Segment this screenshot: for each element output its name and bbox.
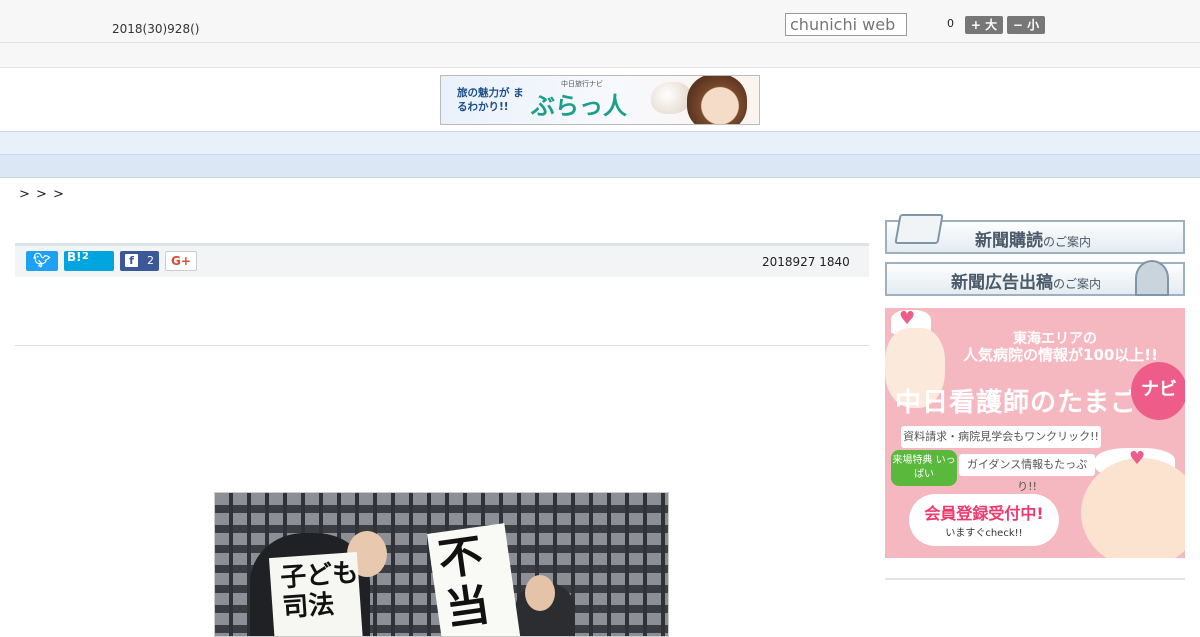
heart-icon: ♥ (899, 308, 916, 329)
google-plus-button[interactable]: G+ (165, 251, 197, 271)
nurse-ad-register: 会員登録受付中! (924, 504, 1044, 523)
nurse-ad-check: いますぐcheck!! (945, 528, 1023, 539)
nurse-ad-pill-1: 資料請求・病院見学会もワンクリック!! (901, 426, 1101, 448)
subscription-label: 新聞購読のご案内 (975, 226, 1091, 251)
protest-sign-left: 子ども 司法 (268, 552, 364, 636)
nurse-ad-bonus-badge: 来場特典 いっぱい (891, 450, 957, 486)
current-date: 2018(30)928() (112, 22, 200, 36)
businessman-icon (1135, 260, 1169, 296)
advertising-tail: のご案内 (1053, 277, 1102, 291)
subscription-main: 新聞購読 (975, 231, 1043, 251)
font-size-down-button[interactable]: − 小 (1007, 16, 1045, 34)
top-bar: 2018(30)928() 0 + 大 − 小 (0, 0, 1200, 43)
nurse-ad-register-bubble: 会員登録受付中! いますぐcheck!! (909, 494, 1059, 546)
header-strip (0, 43, 1200, 68)
nurse-ad-line2: 人気病院の情報が100以上!! (963, 346, 1158, 364)
subscription-tail: のご案内 (1043, 235, 1092, 249)
divider (15, 345, 869, 346)
facebook-share-button[interactable]: f 2 (120, 251, 159, 271)
hatena-count: 2 (82, 251, 89, 262)
woman-head (525, 575, 555, 611)
advertising-label: 新聞広告出稿のご案内 (951, 268, 1101, 293)
heart-icon: ♥ (1129, 448, 1146, 469)
banner-brand-logo: ぶらっ人 (531, 91, 627, 120)
woman-photo (687, 76, 747, 124)
font-size-up-button[interactable]: + 大 (965, 16, 1003, 34)
hatena-bookmark-button[interactable]: B! 2 (64, 250, 114, 271)
advertising-banner[interactable]: 新聞広告出稿のご案内 (885, 260, 1185, 296)
twitter-icon: 🐦︎ (33, 253, 51, 269)
hatena-icon: B! (67, 250, 82, 264)
breadcrumb[interactable]: > > > (19, 187, 65, 202)
facebook-icon: f (125, 254, 138, 267)
nurse-ad-title: 中日看護師のたまご (895, 388, 1138, 418)
main-nav (0, 131, 1200, 155)
sub-nav (0, 155, 1200, 178)
travel-navi-banner[interactable]: 旅の魅力が まるわかり!! 中日旅行ナビ ぶらっ人 (440, 75, 760, 125)
advertising-main: 新聞広告出稿 (951, 273, 1053, 293)
seashell-image (651, 82, 691, 114)
banner-tagline: 旅の魅力が まるわかり!! (457, 87, 524, 113)
sidebar-divider (885, 578, 1185, 580)
share-bar: 🐦︎ B! 2 f 2 G+ 2018927 1840 (15, 243, 869, 277)
nurse-navi-ad[interactable]: ♥ 東海エリアの 人気病院の情報が100以上!! 中日看護師のたまご ナビ 資料… (885, 308, 1185, 558)
search-input[interactable] (785, 13, 907, 36)
nurse-ad-pill-2: ガイダンス情報もたっぷり!! (959, 454, 1095, 493)
newspaper-icon (894, 214, 944, 244)
nurse-mascot-right (1081, 458, 1185, 558)
facebook-count: 2 (147, 254, 154, 267)
font-size-count: 0 (947, 17, 954, 30)
publish-date: 2018927 1840 (762, 255, 850, 269)
article-photo[interactable]: 子ども 司法 不当 (214, 492, 669, 637)
subscription-banner[interactable]: 新聞購読のご案内 (885, 214, 1185, 254)
twitter-share-button[interactable]: 🐦︎ (26, 251, 58, 271)
nurse-ad-navi-badge: ナビ (1131, 362, 1185, 420)
